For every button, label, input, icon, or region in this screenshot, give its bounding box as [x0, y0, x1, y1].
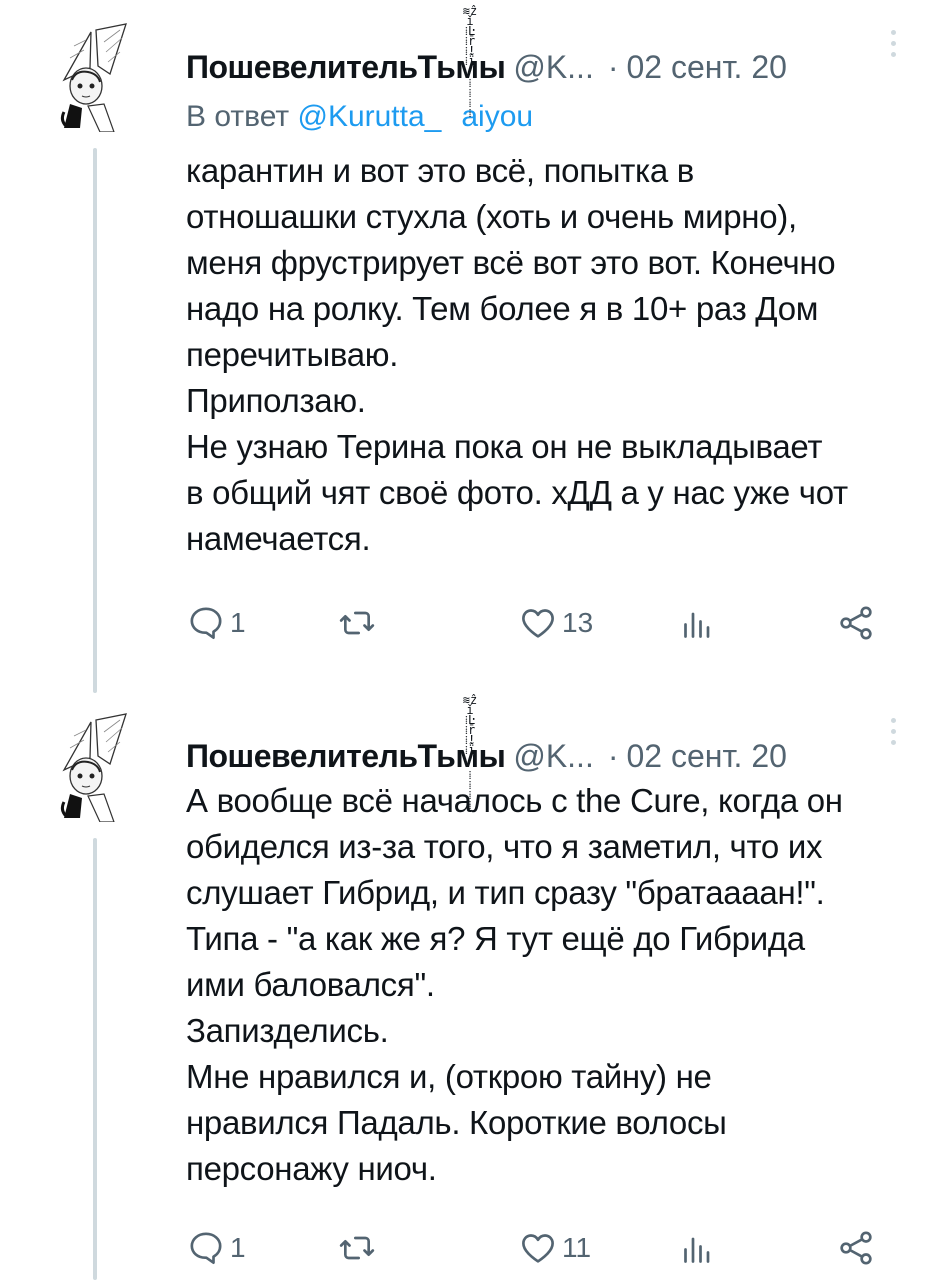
- tweet-text-line: персонажу ниоч.: [186, 1150, 437, 1187]
- tweet-text-line: Типа - "а как же я? Я тут ещё до Гибрида: [186, 920, 805, 957]
- tweet-text: карантин и вот это всё, попытка в отноша…: [186, 148, 916, 562]
- tweet-text-line: Запизделись.: [186, 1012, 389, 1049]
- tweet-header: ПошевелительТьмы @K... · 02 сент. 20: [186, 737, 787, 775]
- reply-button[interactable]: 1: [186, 1225, 246, 1271]
- tweet-text-line: Не узнаю Терина пока он не выкладывает: [186, 428, 823, 465]
- more-options-icon[interactable]: [888, 30, 898, 64]
- tweet-actions-bar: 1 11: [186, 1225, 886, 1271]
- views-button[interactable]: [678, 600, 718, 646]
- separator-dot: ·: [607, 738, 619, 774]
- like-button[interactable]: 13: [518, 600, 593, 646]
- tweet-text-line: перечитываю.: [186, 336, 399, 373]
- heart-icon: [522, 609, 554, 638]
- tweet-text-line: Приползаю.: [186, 382, 366, 419]
- reply-button[interactable]: 1: [186, 600, 246, 646]
- like-button[interactable]: 11: [518, 1225, 591, 1271]
- views-button[interactable]: [678, 1225, 718, 1271]
- like-count: 11: [562, 1232, 592, 1263]
- retweet-button[interactable]: [336, 1225, 382, 1271]
- tweet-text-line: намечается.: [186, 520, 371, 557]
- views-bar-chart-icon: [684, 1237, 710, 1263]
- reply-context: В ответ @Kurutta_ aiyou: [186, 100, 533, 134]
- retweet-button[interactable]: [336, 600, 382, 646]
- tweet-text-line: нравился Падаль. Короткие волосы: [186, 1104, 727, 1141]
- share-button[interactable]: [836, 1225, 876, 1271]
- share-icon: [840, 1231, 872, 1265]
- avatar[interactable]: [46, 22, 146, 132]
- tweet-text-line: меня фрустрирует всё вот это вот. Конечн…: [186, 244, 836, 281]
- more-options-icon[interactable]: [888, 718, 898, 752]
- tweet-actions-bar: 1 13: [186, 600, 886, 646]
- retweet-icon: [339, 1236, 375, 1260]
- tweet-header: ПошевелительТьмы @K... · 02 сент. 20: [186, 48, 787, 86]
- tweet-text-line: надо на ролку. Тем более я в 10+ раз Дом: [186, 290, 819, 327]
- share-button[interactable]: [836, 600, 876, 646]
- retweet-icon: [339, 611, 375, 635]
- reply-prefix: В ответ: [186, 100, 290, 133]
- heart-icon: [522, 1234, 554, 1263]
- views-bar-chart-icon: [684, 612, 710, 638]
- tweet-text-line: А вообще всё началось с the Cure, когда …: [186, 782, 843, 819]
- comment-icon: [190, 607, 222, 639]
- reply-count: 1: [230, 1232, 246, 1263]
- tweet[interactable]: ПошевелительТьмы @K... · 02 сент. 20 ≋ẑ ǐ ⁞Ŀ ⁞…: [0, 0, 942, 700]
- user-handle[interactable]: @K...: [513, 49, 594, 85]
- tweet-text-line: отношашки стухла (хоть и очень мирно),: [186, 198, 797, 235]
- user-handle[interactable]: @K...: [513, 738, 594, 774]
- reply-count: 1: [230, 607, 246, 638]
- like-count: 13: [562, 607, 594, 638]
- avatar[interactable]: [46, 712, 146, 822]
- comment-icon: [190, 1232, 222, 1264]
- thread-connector-line: [93, 148, 97, 693]
- share-icon: [840, 606, 872, 640]
- display-name[interactable]: ПошевелительТьмы: [186, 49, 506, 85]
- tweet-date[interactable]: 02 сент. 20: [626, 49, 786, 85]
- tweet-text-line: карантин и вот это всё, попытка в: [186, 152, 695, 189]
- tweet-date[interactable]: 02 сент. 20: [626, 738, 786, 774]
- tweet-text: А вообще всё началось с the Cure, когда …: [186, 778, 916, 1192]
- display-name[interactable]: ПошевелительТьмы: [186, 738, 506, 774]
- tweet-text-line: слушает Гибрид, и тип сразу "братаааан!"…: [186, 874, 825, 911]
- tweet-text-line: обиделся из-за того, что я заметил, что …: [186, 828, 823, 865]
- thread-connector-line: [93, 838, 97, 1280]
- tweet-text-line: в общий чят своё фото. хДД а у нас уже ч…: [186, 474, 848, 511]
- tweet-text-line: ими баловался".: [186, 966, 435, 1003]
- separator-dot: ·: [607, 49, 619, 85]
- reply-mention-link[interactable]: @Kurutta_ aiyou: [297, 100, 533, 133]
- tweet-text-line: Мне нравился и, (открою тайну) не: [186, 1058, 712, 1095]
